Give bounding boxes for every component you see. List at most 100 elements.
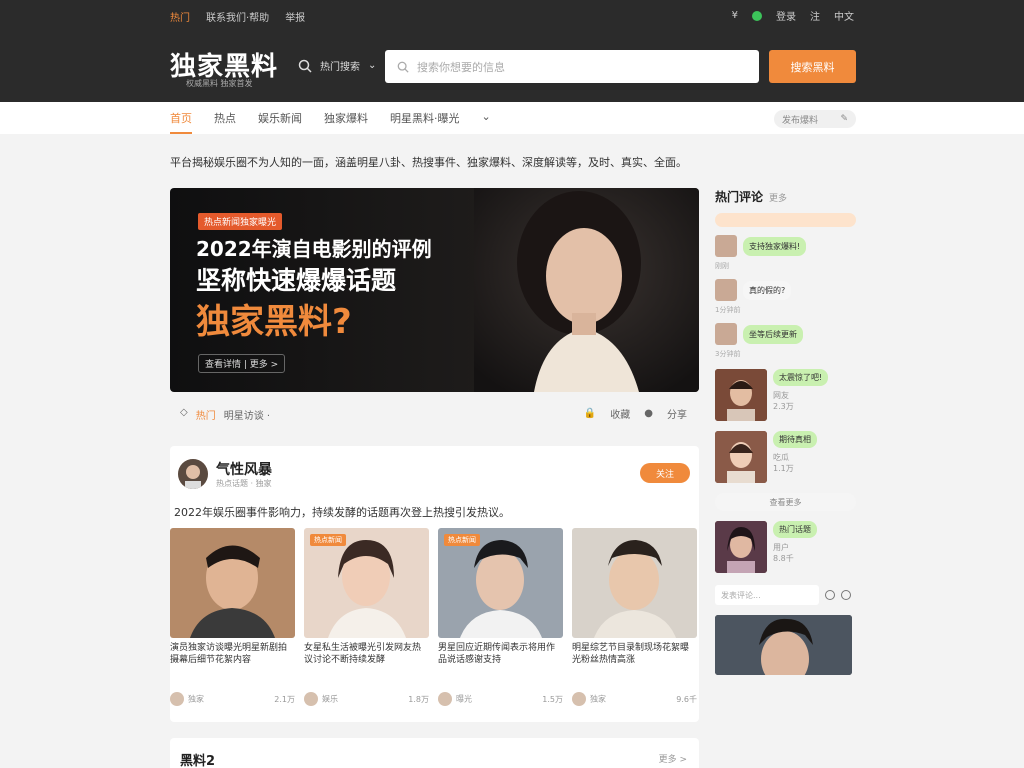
video-bubble: 期待真相 bbox=[773, 431, 817, 448]
avatar bbox=[715, 323, 737, 345]
hero-banner[interactable]: 热点新闻独家曝光 2022年演自电影别的评例 坚称快速爆爆话题 独家黑料? 查看… bbox=[170, 188, 699, 392]
sidebar-more-link[interactable]: 更多 bbox=[769, 191, 787, 204]
avatar bbox=[304, 692, 318, 706]
language-link[interactable]: 中文 bbox=[834, 8, 854, 23]
lock-icon[interactable]: 🔒 bbox=[584, 408, 596, 419]
article-image bbox=[572, 528, 697, 638]
nav-item-ent-news[interactable]: 娱乐新闻 bbox=[258, 110, 302, 126]
share-icon[interactable]: ● bbox=[644, 408, 653, 419]
send-icon[interactable] bbox=[841, 590, 851, 600]
comment-input[interactable]: 发表评论... bbox=[715, 585, 819, 605]
login-link[interactable]: 登录 bbox=[776, 8, 796, 23]
video-author: 用户 bbox=[773, 543, 789, 552]
article-image bbox=[170, 528, 295, 638]
top-strip: 热门 联系我们·帮助 举报 ¥ 登录 注 中文 bbox=[0, 0, 1024, 30]
nav-item-star-gossip[interactable]: 明星黑料·曝光 bbox=[390, 110, 460, 126]
comment-input-row: 发表评论... bbox=[715, 585, 856, 605]
article-count: 1.5万 bbox=[542, 694, 563, 704]
hero-detail-link[interactable]: 查看详情 | 更多 > bbox=[198, 354, 286, 373]
video-item[interactable]: 期待真相 吃瓜 1.1万 bbox=[715, 431, 856, 483]
nav-item-hot[interactable]: 热点 bbox=[214, 110, 236, 126]
chevron-down-icon: ⌄ bbox=[368, 60, 377, 71]
diamond-icon: ◇ bbox=[180, 407, 188, 418]
top-link-contact[interactable]: 联系我们·帮助 bbox=[206, 9, 269, 24]
avatar bbox=[438, 692, 452, 706]
video-views: 8.8千 bbox=[773, 554, 794, 563]
article-title: 明星综艺节目录制现场花絮曝光粉丝热情高涨 bbox=[572, 643, 690, 665]
top-link-hot[interactable]: 热门 bbox=[170, 9, 190, 24]
comment-time: 3分钟前 bbox=[715, 350, 741, 358]
topic-subtitle: 热点话题 · 独家 bbox=[216, 479, 272, 488]
section-more-link[interactable]: 更多 > bbox=[659, 752, 687, 765]
avatar-image bbox=[178, 459, 208, 489]
article-count: 1.8万 bbox=[408, 694, 429, 704]
publish-label: 发布爆料 bbox=[782, 115, 819, 126]
topic-description: 2022年娱乐圈事件影响力，持续发酵的话题再次登上热搜引发热议。 bbox=[174, 506, 510, 519]
sidebar-title: 热门评论 bbox=[715, 190, 764, 204]
section-title: 黑料2 bbox=[180, 754, 216, 768]
view-more-button[interactable]: 查看更多 bbox=[715, 493, 856, 511]
comment-text: 真的假的? bbox=[743, 280, 792, 300]
avatar[interactable] bbox=[178, 459, 208, 489]
emoji-icon[interactable] bbox=[825, 590, 835, 600]
article-card[interactable]: 热点新闻 男星回应近期传闻表示将用作品说话感谢支持 曝光 1.5万 bbox=[438, 528, 563, 706]
site-header: 热门 联系我们·帮助 举报 ¥ 登录 注 中文 独家黑料 权威黑料 独家首发 热… bbox=[0, 0, 1024, 102]
article-title: 男星回应近期传闻表示将用作品说话感谢支持 bbox=[438, 643, 556, 665]
article-title: 女星私生活被曝光引发网友热议讨论不断持续发酵 bbox=[304, 643, 422, 665]
search-input[interactable]: 搜索你想要的信息 bbox=[385, 50, 759, 83]
article-author: 曝光 bbox=[456, 694, 472, 704]
search-toggle[interactable]: 热门搜索 ⌄ bbox=[298, 58, 376, 73]
video-thumbnail bbox=[715, 521, 767, 573]
hero-line-2: 坚称快速爆爆话题 bbox=[196, 266, 397, 295]
article-card[interactable]: 热点新闻 女星私生活被曝光引发网友热议讨论不断持续发酵 娱乐 1.8万 bbox=[304, 528, 429, 706]
article-image: 热点新闻 bbox=[438, 528, 563, 638]
comment-time: 刚刚 bbox=[715, 262, 729, 270]
hero-foot-category[interactable]: 明星访谈 · bbox=[224, 407, 270, 422]
nav-more-chevron-icon[interactable]: ⌄ bbox=[482, 110, 491, 126]
video-item[interactable]: 太震惊了吧! 网友 2.3万 bbox=[715, 369, 856, 421]
comment-item[interactable]: 真的假的? bbox=[715, 279, 856, 301]
nav-item-home[interactable]: 首页 bbox=[170, 110, 192, 134]
article-label: 热点新闻 bbox=[444, 534, 480, 546]
article-card[interactable]: 明星综艺节目录制现场花絮曝光粉丝热情高涨 独家 9.6千 bbox=[572, 528, 697, 706]
hero-foot-tag[interactable]: 热门 bbox=[196, 407, 216, 422]
video-thumbnail bbox=[715, 431, 767, 483]
video-author: 吃瓜 bbox=[773, 453, 789, 462]
follow-button[interactable]: 关注 bbox=[640, 463, 690, 483]
search-icon bbox=[298, 59, 312, 73]
search-button[interactable]: 搜索黑料 bbox=[769, 50, 856, 83]
comment-time: 1分钟前 bbox=[715, 306, 741, 314]
nav-item-exclusive[interactable]: 独家爆料 bbox=[324, 110, 368, 126]
video-bubble: 太震惊了吧! bbox=[773, 369, 829, 386]
currency-icon[interactable]: ¥ bbox=[732, 10, 738, 21]
hero-badge: 热点新闻独家曝光 bbox=[198, 213, 283, 230]
article-card[interactable]: 演员独家访谈曝光明星新剧拍摄幕后细节花絮内容 独家 2.1万 bbox=[170, 528, 295, 706]
article-author: 独家 bbox=[188, 694, 204, 704]
hero-line-1: 2022年演自电影别的评例 bbox=[196, 237, 432, 261]
article-count: 9.6千 bbox=[676, 694, 697, 704]
video-item[interactable]: 热门话题 用户 8.8千 bbox=[715, 521, 856, 573]
sidebar-highlight-bar bbox=[715, 213, 856, 227]
video-thumbnail[interactable] bbox=[715, 615, 852, 675]
edit-icon: ✎ bbox=[840, 114, 848, 124]
favorite-label[interactable]: 收藏 bbox=[610, 406, 630, 421]
avatar bbox=[715, 279, 737, 301]
video-views: 1.1万 bbox=[773, 464, 794, 473]
avatar bbox=[715, 235, 737, 257]
article-author: 独家 bbox=[590, 694, 606, 704]
top-link-report[interactable]: 举报 bbox=[285, 9, 305, 24]
comment-item[interactable]: 坐等后续更新 bbox=[715, 323, 856, 345]
article-author: 娱乐 bbox=[322, 694, 338, 704]
site-slogan: 权威黑料 独家首发 bbox=[186, 79, 253, 88]
hero-portrait-image bbox=[474, 188, 699, 392]
search-toggle-label: 热门搜索 bbox=[320, 62, 360, 73]
publish-button[interactable]: 发布爆料 ✎ bbox=[774, 110, 856, 128]
register-link[interactable]: 注 bbox=[810, 8, 820, 23]
comment-text: 支持独家爆料! bbox=[743, 236, 807, 256]
hot-topic-card: 气性风暴 热点话题 · 独家 关注 2022年娱乐圈事件影响力，持续发酵的话题再… bbox=[170, 446, 699, 722]
hero-line-3: 独家黑料? bbox=[196, 302, 352, 342]
share-label[interactable]: 分享 bbox=[667, 406, 687, 421]
comment-item[interactable]: 支持独家爆料! bbox=[715, 235, 856, 257]
hero-footer: ◇ 热门 明星访谈 · 🔒 收藏 ● 分享 bbox=[170, 398, 699, 428]
avatar bbox=[170, 692, 184, 706]
